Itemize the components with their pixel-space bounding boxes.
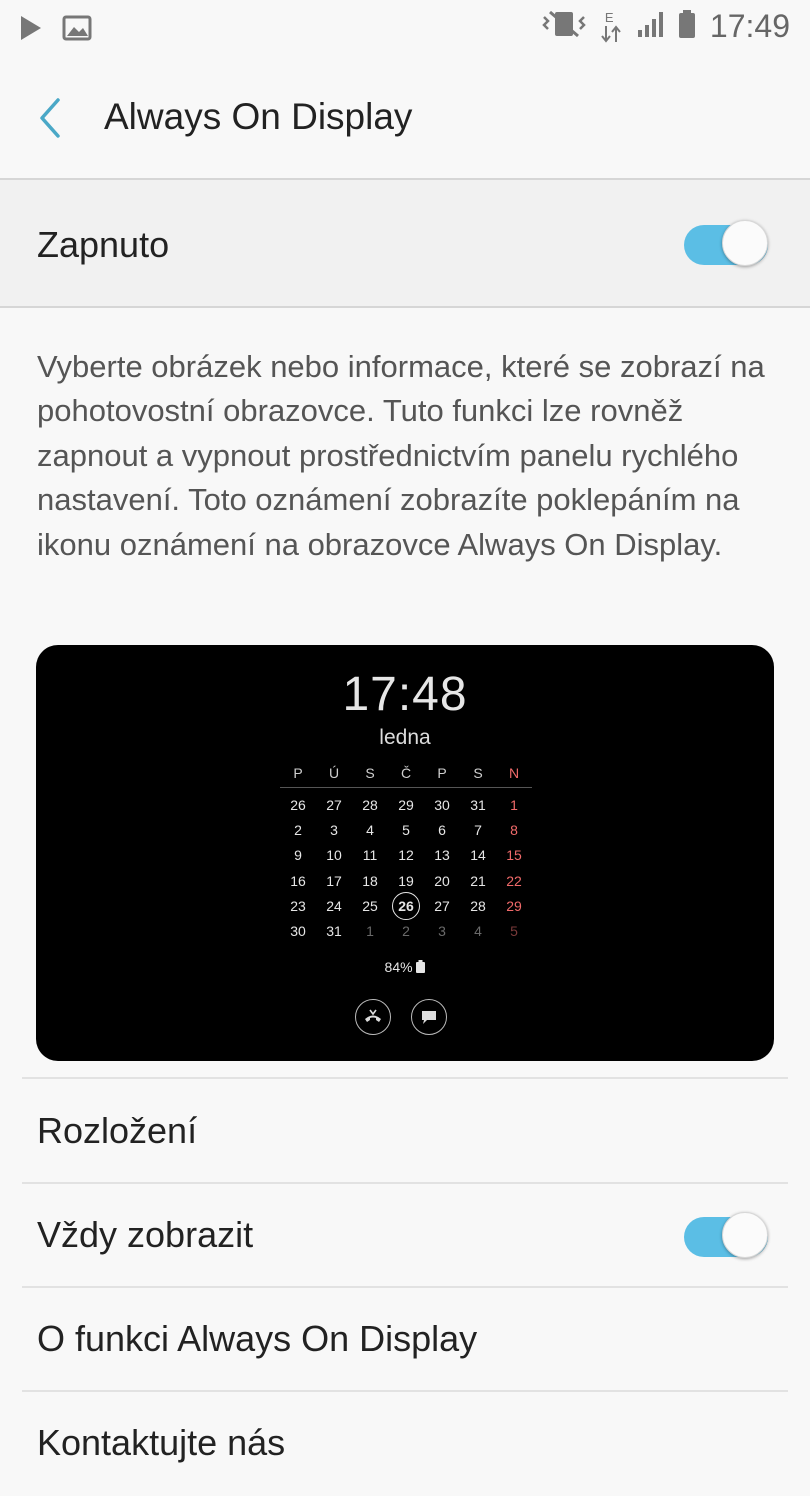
contact-row[interactable]: Kontaktujte nás (0, 1392, 810, 1496)
toggle-thumb (722, 220, 768, 266)
weekday-label: P (293, 765, 303, 781)
calendar-day: 12 (398, 847, 414, 864)
calendar-day: 27 (434, 897, 450, 914)
calendar-day: 22 (506, 872, 522, 889)
about-row[interactable]: O funkci Always On Display (0, 1288, 810, 1392)
master-toggle[interactable] (684, 220, 770, 266)
calendar-day: 5 (402, 822, 410, 839)
always-show-toggle[interactable] (684, 1212, 770, 1258)
layout-row[interactable]: Rozložení (0, 1080, 810, 1184)
calendar-day: 28 (470, 897, 486, 914)
calendar-day: 3 (330, 822, 338, 839)
network-type: E (604, 9, 614, 25)
calendar-day: 26 (290, 797, 306, 813)
calendar-day: 1 (510, 797, 518, 813)
calendar-day: 31 (470, 797, 486, 813)
calendar-day: 25 (362, 897, 378, 914)
page-title: Always On Display (104, 96, 413, 137)
calendar-day: 16 (290, 872, 306, 889)
play-icon (18, 14, 44, 47)
data-arrows-icon: E (600, 10, 622, 44)
calendar-day: 24 (326, 897, 342, 914)
calendar-day: 29 (506, 897, 522, 914)
calendar-day: 4 (366, 822, 374, 839)
calendar-day: 30 (290, 922, 306, 939)
calendar-week: 30 31 1 2 3 4 5 (280, 919, 532, 944)
calendar-week: 23 24 25 26 27 28 29 (280, 891, 532, 920)
image-icon (62, 15, 92, 46)
toggle-thumb (722, 1212, 768, 1258)
clock: 17:49 (709, 8, 790, 44)
calendar-day: 2 (402, 922, 410, 939)
calendar-day: 2 (294, 822, 302, 839)
calendar-day: 30 (434, 797, 450, 813)
preview-notification-icons (355, 999, 447, 1035)
calendar-day: 14 (470, 847, 486, 864)
calendar-day: 4 (474, 922, 482, 939)
calendar-day: 8 (510, 822, 518, 839)
weekday-label: S (365, 765, 375, 781)
back-arrow-icon (40, 98, 60, 138)
calendar-day: 23 (290, 897, 306, 914)
mute-vibrate-icon (542, 9, 586, 44)
calendar-day: 20 (434, 872, 450, 889)
layout-label: Rozložení (37, 1110, 198, 1151)
about-label: O funkci Always On Display (37, 1318, 478, 1359)
signal-icon (636, 10, 664, 43)
calendar-day: 3 (438, 922, 446, 939)
divider (22, 1077, 788, 1079)
weekday-label: P (437, 765, 447, 781)
back-button[interactable] (28, 94, 76, 142)
calendar-week: 16 17 18 19 20 21 22 (280, 869, 532, 894)
message-icon (411, 999, 447, 1035)
calendar-day: 27 (326, 797, 342, 813)
calendar-day: 29 (398, 797, 414, 813)
calendar-day: 1 (366, 922, 374, 939)
preview-calendar: PÚSČPSN 26 27 28 29 30 31 1 2 3 4 5 6 7 8 9 10 11 12 13 14 1… (280, 761, 532, 944)
calendar-week: 26 27 28 29 30 31 1 (280, 793, 532, 818)
calendar-grid: 26 27 28 29 30 31 1 2 3 4 5 6 7 8 9 10 11 12 13 14 15 16 17 18 1… (280, 788, 532, 944)
calendar-day: 19 (398, 872, 414, 889)
weekday-label: N (508, 765, 520, 781)
weekday-label: S (473, 765, 483, 781)
battery-percent: 84% (384, 959, 413, 975)
preview-month: ledna (379, 726, 431, 749)
calendar-day: 17 (326, 872, 342, 889)
calendar-day: 6 (438, 822, 446, 839)
calendar-week: 9 10 11 12 13 14 15 (280, 843, 532, 868)
weekday-label: Ú (328, 765, 340, 781)
battery-icon (678, 9, 696, 44)
battery-small-icon (416, 960, 426, 973)
calendar-day: 5 (510, 922, 518, 939)
contact-label: Kontaktujte nás (37, 1422, 286, 1463)
always-show-label: Vždy zobrazit (37, 1214, 254, 1255)
calendar-day: 21 (470, 872, 486, 889)
calendar-today: 26 (388, 891, 424, 920)
calendar-week: 2 3 4 5 6 7 8 (280, 818, 532, 843)
master-switch-label: Zapnuto (37, 224, 170, 265)
calendar-day: 13 (434, 847, 450, 864)
preview-battery: 84% (36, 959, 774, 975)
calendar-day: 31 (326, 922, 342, 939)
always-show-row[interactable]: Vždy zobrazit (0, 1184, 810, 1288)
app-bar: Always On Display (0, 56, 810, 180)
aod-preview[interactable]: 17:48 ledna PÚSČPSN 26 27 28 29 30 31 1 2 3 4 5 6 7 8… (36, 645, 774, 1061)
calendar-day: 28 (362, 797, 378, 813)
calendar-day: 11 (362, 847, 378, 864)
calendar-day: 9 (294, 847, 302, 864)
preview-clock: 17:48 (342, 668, 468, 721)
status-bar: E 17:49 (0, 0, 810, 56)
calendar-day: 10 (326, 847, 342, 864)
weekday-label: Č (400, 765, 412, 781)
calendar-weekday-header: PÚSČPSN (280, 761, 532, 788)
calendar-day: 15 (506, 847, 522, 864)
description-text: Vyberte obrázek nebo informace, které se… (37, 349, 765, 562)
missed-call-icon (355, 999, 391, 1035)
calendar-day: 7 (474, 822, 482, 839)
calendar-day: 18 (362, 872, 378, 889)
master-switch-row[interactable]: Zapnuto (0, 180, 810, 308)
